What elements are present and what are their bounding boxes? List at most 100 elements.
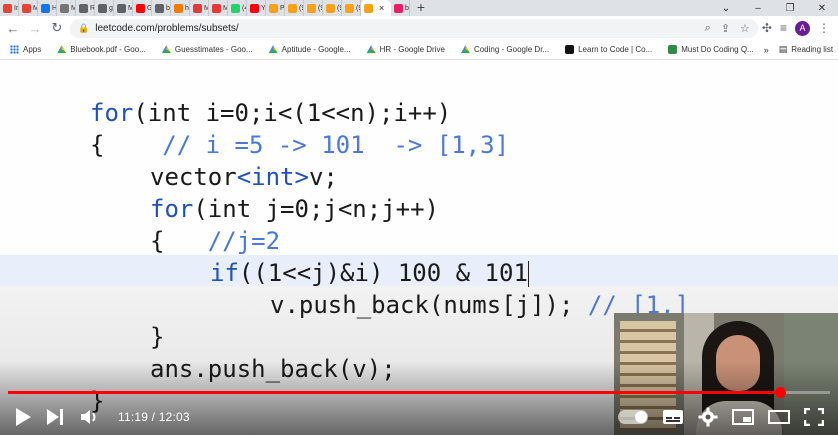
progress-played: [8, 391, 780, 394]
tab-favicon-icon: [41, 3, 50, 13]
browser-tab[interactable]: bl: [391, 0, 410, 16]
drive-icon: [161, 45, 171, 54]
volume-button[interactable]: [80, 402, 100, 432]
code-line: { // i =5 -> 101 -> [1,3]: [90, 129, 509, 161]
bookmark-item[interactable]: Aptitude - Google...: [263, 45, 357, 54]
code-token: v.push_back(nums[j]);: [270, 291, 588, 319]
miniplayer-button[interactable]: [732, 402, 754, 432]
fullscreen-button[interactable]: [804, 402, 824, 432]
browser-tab[interactable]: gr: [95, 0, 114, 16]
browser-tab[interactable]: M: [57, 0, 76, 16]
tab-favicon-icon: [136, 3, 145, 13]
current-time: 11:19: [118, 410, 149, 424]
bookmarks-overflow-icon[interactable]: »: [764, 45, 769, 55]
bookmark-item[interactable]: Bluebook.pdf - Goo...: [51, 45, 152, 54]
avatar[interactable]: A: [795, 20, 810, 36]
minimize-icon[interactable]: –: [742, 3, 774, 14]
browser-tab[interactable]: bi: [152, 0, 171, 16]
tab-favicon-icon: [250, 3, 259, 13]
tab-favicon-icon: [60, 3, 69, 13]
theater-icon: [768, 410, 790, 424]
tab-favicon-icon: [212, 3, 221, 13]
arrow-left-icon: ←: [6, 20, 20, 36]
menu-dots-icon[interactable]: ⋮: [818, 21, 830, 35]
code-line: for(int j=0;j<n;j++): [150, 193, 439, 225]
text-cursor: [527, 261, 529, 287]
browser-tab[interactable]: (9: [342, 0, 361, 16]
volume-icon: [81, 410, 96, 424]
browser-tab[interactable]: ht: [171, 0, 190, 16]
zoom-icon[interactable]: ⌕: [705, 22, 711, 35]
tab-search-icon[interactable]: ⌄: [710, 3, 742, 14]
bookmark-item[interactable]: Apps: [4, 45, 47, 54]
close-window-icon[interactable]: ✕: [806, 3, 838, 14]
time-display: 11:19 / 12:03: [118, 410, 190, 424]
tab-close-icon[interactable]: ×: [379, 3, 384, 13]
captions-button[interactable]: [662, 402, 684, 432]
browser-tab[interactable]: G: [133, 0, 152, 16]
tab-favicon-icon: [98, 3, 107, 13]
browser-tab[interactable]: Yc: [247, 0, 266, 16]
browser-tab[interactable]: In: [0, 0, 19, 16]
forward-button[interactable]: →: [26, 19, 44, 37]
browser-tab[interactable]: H: [38, 0, 57, 16]
browser-tab[interactable]: Ri: [76, 0, 95, 16]
extensions-icon[interactable]: ✣: [762, 21, 772, 35]
code-token: (int j=0;j<n;j++): [193, 195, 439, 223]
browser-tab[interactable]: (4: [228, 0, 247, 16]
video-player[interactable]: for(int i=0;i<(1<<n);i++){ // i =5 -> 10…: [0, 61, 838, 435]
code-line: vector<int>v;: [150, 161, 338, 193]
code-icon: [565, 45, 575, 54]
active-tab[interactable]: ×: [361, 0, 391, 16]
bookmark-star-icon[interactable]: ☆: [740, 22, 750, 35]
code-line: if((1<<j)&i) 100 & 101: [210, 257, 529, 289]
browser-tab[interactable]: M: [209, 0, 228, 16]
code-keyword: <int>: [236, 163, 309, 191]
browser-tab[interactable]: Pr: [266, 0, 285, 16]
browser-tab[interactable]: (9: [323, 0, 342, 16]
autoplay-toggle[interactable]: [618, 410, 648, 424]
browser-tab[interactable]: (9: [285, 0, 304, 16]
tab-favicon-icon: [22, 3, 31, 13]
reload-button[interactable]: ↻: [48, 19, 66, 37]
tab-favicon-icon: [174, 3, 183, 13]
code-token: (int i=0;i<(1<<n);i++): [133, 99, 452, 127]
bookmarks-bar: Apps Bluebook.pdf - Goo... Guesstimates - …: [0, 40, 838, 60]
next-button[interactable]: [46, 402, 66, 432]
new-tab-button[interactable]: +: [410, 0, 432, 16]
restore-icon[interactable]: ❐: [774, 3, 806, 14]
theater-button[interactable]: [768, 402, 790, 432]
progress-bar[interactable]: [8, 387, 830, 398]
reload-icon: ↻: [51, 20, 63, 35]
bookmark-label: Aptitude - Google...: [281, 45, 351, 54]
address-bar[interactable]: 🔒 leetcode.com/problems/subsets/ ⌕ ⇪ ☆: [70, 18, 758, 38]
back-button[interactable]: ←: [4, 19, 22, 37]
browser-tab[interactable]: M: [19, 0, 38, 16]
bookmark-item[interactable]: Guesstimates - Goo...: [156, 45, 259, 54]
window-controls: ⌄ – ❐ ✕: [710, 0, 838, 16]
code-line: { //j=2: [150, 225, 280, 257]
browser-tab[interactable]: M: [114, 0, 133, 16]
reading-list-button[interactable]: ▤ Reading list: [773, 44, 838, 55]
scrubber-handle[interactable]: [774, 387, 786, 398]
code-token: ((1<<j)&i) 100 & 101: [238, 259, 528, 287]
arrow-right-icon: →: [28, 20, 42, 36]
bookmark-item[interactable]: Must Do Coding Q...: [662, 45, 759, 54]
browser-window: InMHMRigrMGbihtMM(4YcPr(9(9(9(9×bl+⌄–❐✕ …: [0, 0, 838, 435]
browser-tab[interactable]: (9: [304, 0, 323, 16]
bookmark-item[interactable]: Coding - Google Dr...: [455, 45, 555, 54]
code-comment: //j=2: [207, 227, 281, 255]
bookmark-item[interactable]: HR - Google Drive: [361, 45, 451, 54]
tab-favicon-icon: [193, 3, 202, 13]
browser-tab[interactable]: M: [190, 0, 209, 16]
settings-button[interactable]: [698, 402, 718, 432]
code-token: vector: [150, 163, 237, 191]
code-token: {: [150, 227, 208, 255]
play-icon: [16, 408, 31, 426]
media-control-icon[interactable]: ≡: [780, 21, 787, 35]
tab-favicon-icon: [3, 3, 12, 13]
share-icon[interactable]: ⇪: [721, 22, 730, 35]
play-button[interactable]: [14, 402, 32, 432]
bookmark-item[interactable]: Learn to Code | Co...: [559, 45, 658, 54]
drive-icon: [460, 45, 470, 54]
